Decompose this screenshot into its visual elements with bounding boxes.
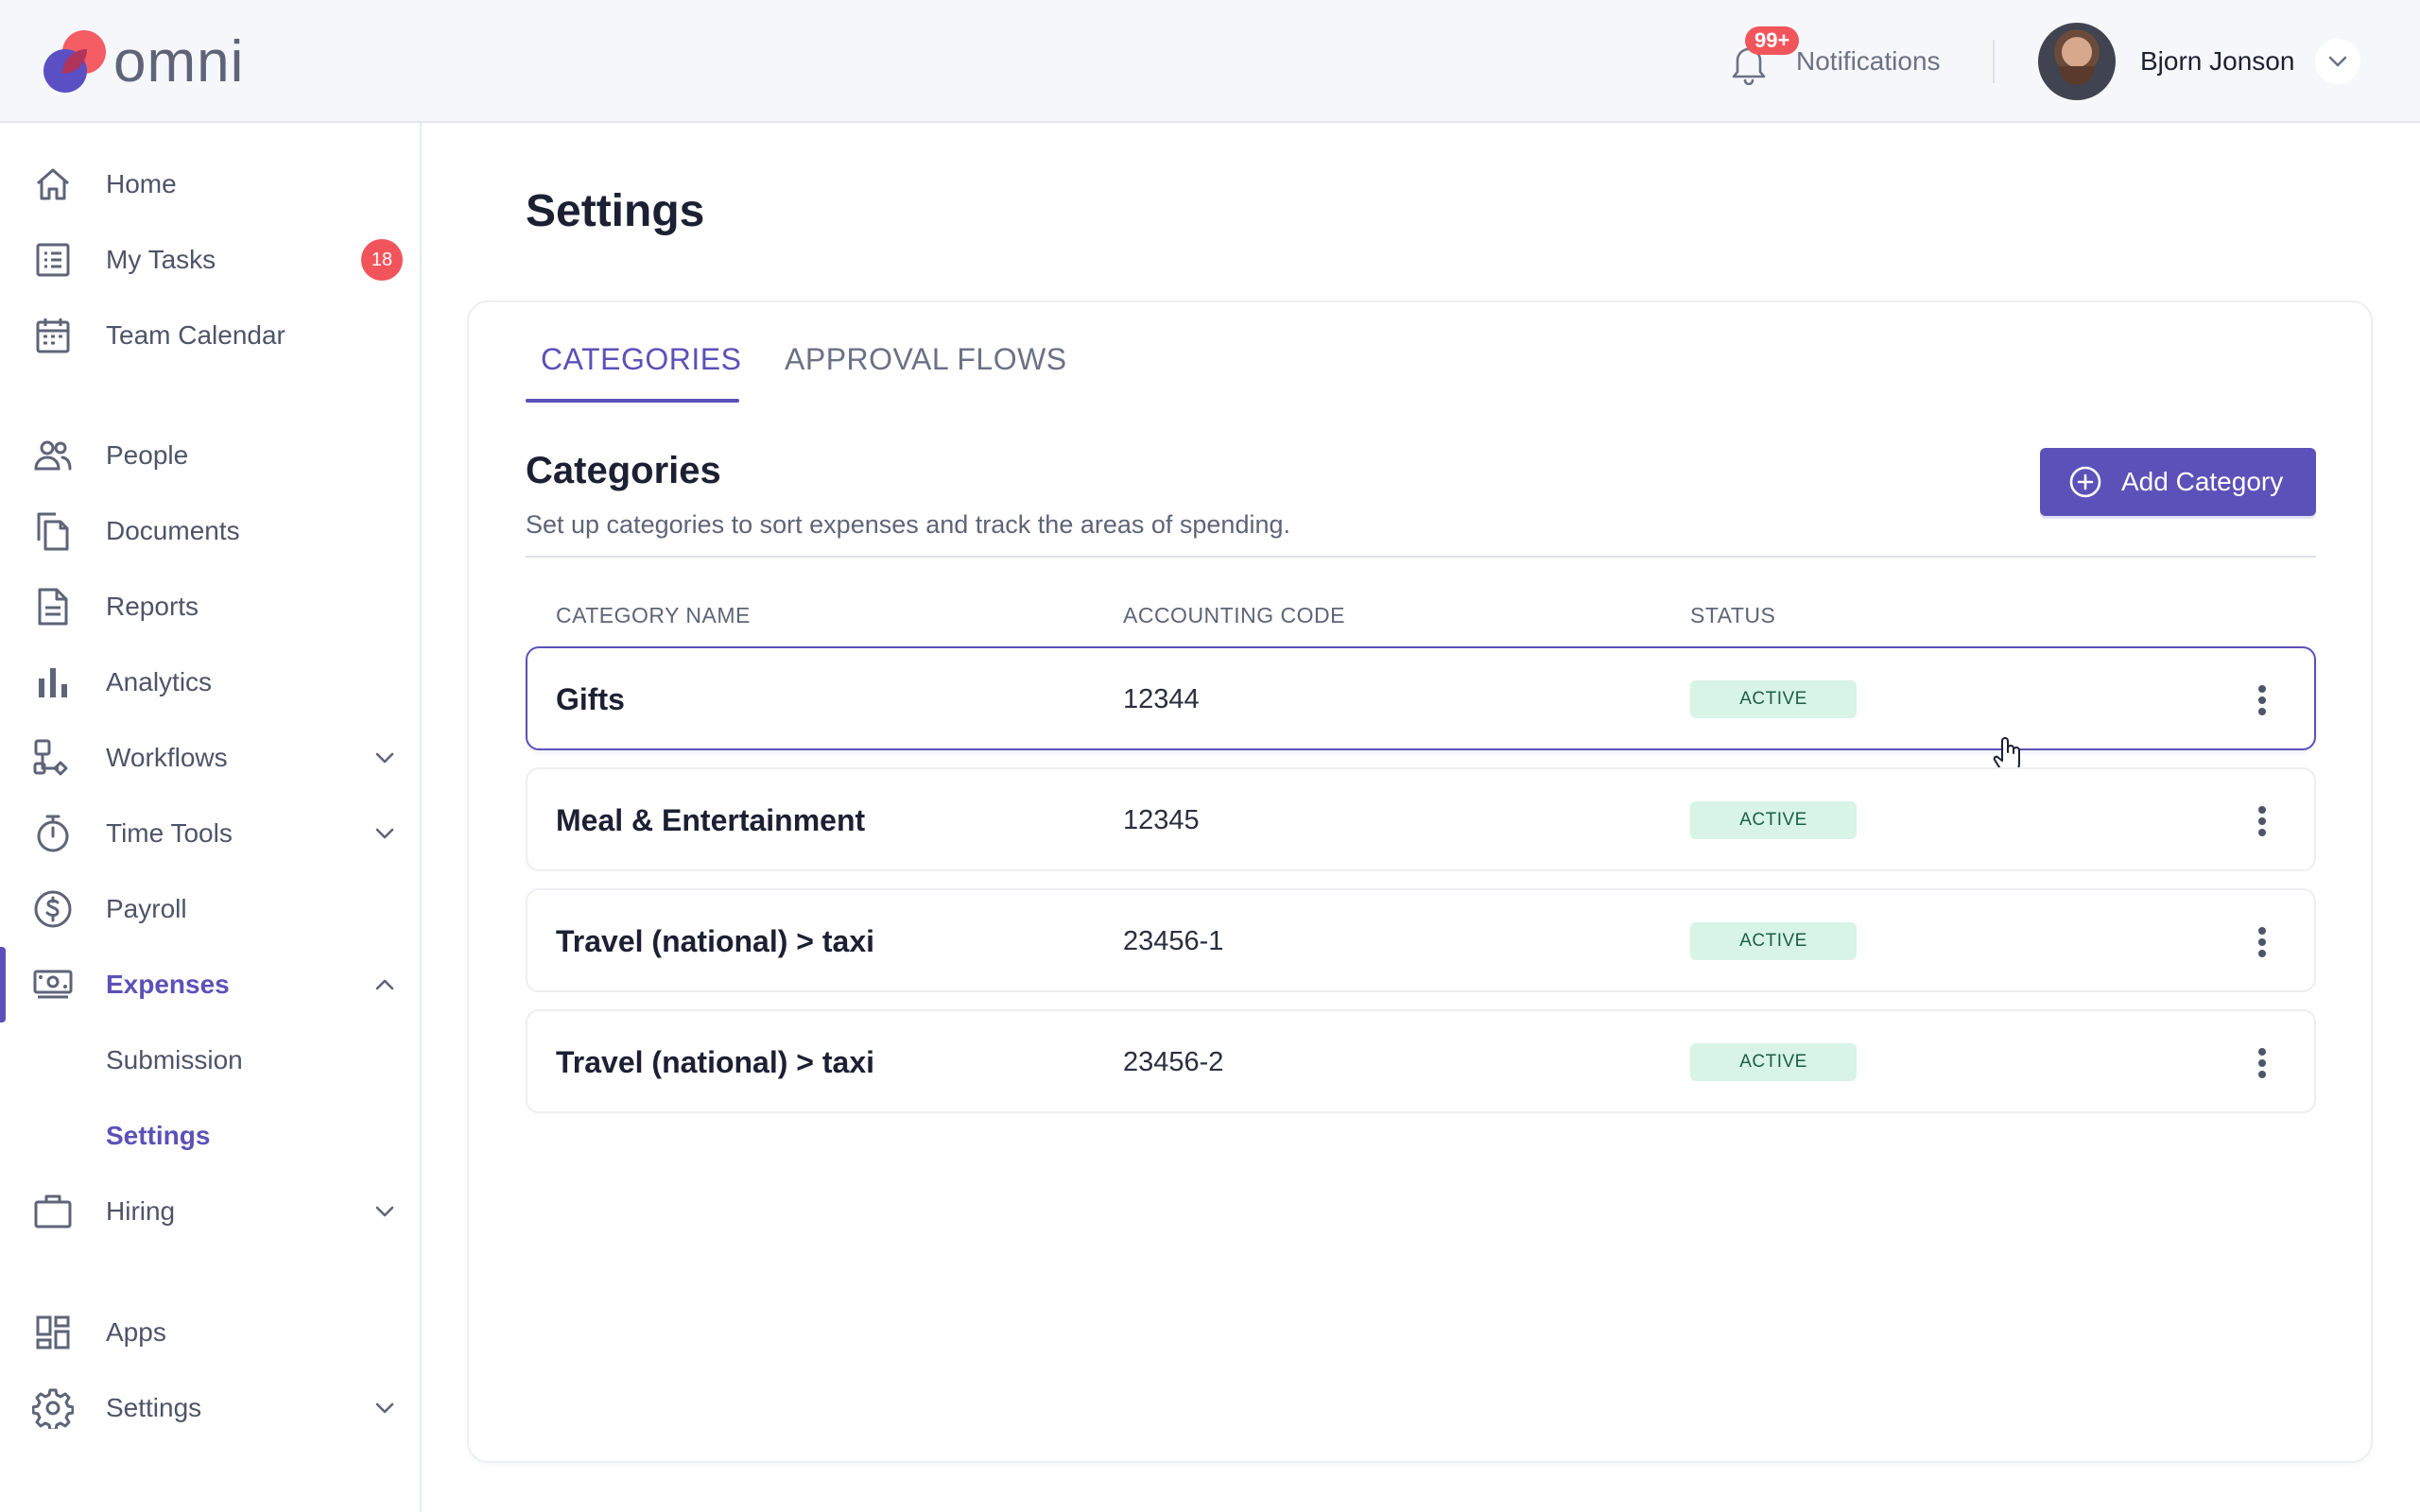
documents-icon	[32, 510, 74, 552]
sidebar-item-expenses[interactable]: Expenses	[0, 954, 420, 1015]
sidebar-item-label: Workflows	[106, 743, 228, 772]
apps-icon	[32, 1312, 74, 1353]
tasks-count-badge: 18	[361, 239, 403, 281]
category-name: Travel (national) > taxi	[556, 1045, 874, 1079]
section-title: Categories	[526, 450, 721, 491]
chevron-up-icon[interactable]	[371, 971, 399, 999]
reports-icon	[32, 586, 74, 627]
column-header-category-name[interactable]: CATEGORY NAME	[556, 603, 751, 628]
plus-circle-icon	[2069, 466, 2101, 498]
sidebar-item-people[interactable]: People	[0, 425, 420, 486]
chevron-down-icon[interactable]	[2315, 39, 2361, 84]
section-divider	[526, 556, 2316, 558]
accounting-code: 12345	[1123, 805, 1200, 835]
status-badge: ACTIVE	[1690, 801, 1857, 839]
user-menu[interactable]: Bjorn Jonson	[2038, 23, 2361, 100]
table-row[interactable]: Travel (national) > taxi 23456-2 ACTIVE	[526, 1009, 2316, 1113]
chevron-down-icon[interactable]	[371, 744, 399, 772]
sidebar-item-time-tools[interactable]: Time Tools	[0, 803, 420, 864]
sidebar-item-label: Time Tools	[106, 818, 233, 848]
sidebar-item-label: Analytics	[106, 667, 213, 696]
chevron-down-icon[interactable]	[371, 1394, 399, 1422]
sidebar-item-label: Reports	[106, 592, 199, 621]
table-row[interactable]: Travel (national) > taxi 23456-1 ACTIVE	[526, 888, 2316, 992]
more-options-icon[interactable]	[2238, 919, 2286, 966]
stopwatch-icon	[32, 813, 74, 854]
sidebar-item-label: Expenses	[106, 970, 230, 999]
sidebar-item-settings[interactable]: Settings	[0, 1378, 420, 1438]
omni-logo[interactable]: omni	[42, 26, 244, 96]
notifications-button[interactable]: 99+ Notifications	[1726, 21, 1941, 102]
sidebar-item-reports[interactable]: Reports	[0, 576, 420, 637]
user-name: Bjorn Jonson	[2140, 46, 2295, 76]
accounting-code: 23456-1	[1123, 926, 1224, 956]
dollar-icon	[32, 888, 74, 930]
accounting-code: 23456-2	[1123, 1047, 1224, 1077]
sidebar-subitem-settings[interactable]: Settings	[106, 1117, 210, 1155]
home-icon	[32, 163, 74, 205]
sidebar-item-label: People	[106, 440, 189, 470]
sidebar-item-apps[interactable]: Apps	[0, 1302, 420, 1363]
sidebar-item-workflows[interactable]: Workflows	[0, 728, 420, 788]
chevron-down-icon[interactable]	[371, 1197, 399, 1226]
sidebar-item-my-tasks[interactable]: My Tasks 18	[0, 230, 420, 290]
calendar-icon	[32, 315, 74, 356]
sidebar-item-documents[interactable]: Documents	[0, 501, 420, 561]
gear-icon	[32, 1387, 74, 1429]
category-name: Meal & Entertainment	[556, 803, 866, 837]
section-subtitle: Set up categories to sort expenses and t…	[526, 510, 1290, 539]
settings-card: CATEGORIES APPROVAL FLOWS Categories Set…	[467, 301, 2373, 1463]
status-badge: ACTIVE	[1690, 922, 1857, 960]
add-category-button[interactable]: Add Category	[2040, 448, 2316, 516]
sidebar-item-label: Hiring	[106, 1196, 176, 1226]
more-options-icon[interactable]	[2238, 1040, 2286, 1087]
category-name: Travel (national) > taxi	[556, 924, 874, 958]
sidebar: Home My Tasks 18 Team Calendar People Do…	[0, 123, 422, 1512]
sidebar-item-label: My Tasks	[106, 245, 216, 274]
sidebar-item-label: Documents	[106, 516, 240, 545]
sidebar-item-label: Home	[106, 169, 177, 198]
page-title: Settings	[526, 186, 705, 236]
people-icon	[32, 435, 74, 476]
header-divider	[1993, 40, 1995, 83]
bell-icon: 99+	[1726, 26, 1800, 85]
chevron-down-icon[interactable]	[371, 819, 399, 848]
active-tab-underline	[526, 399, 739, 403]
accounting-code: 12344	[1123, 684, 1200, 714]
add-category-label: Add Category	[2121, 467, 2284, 496]
top-bar: omni 99+ Notifications Bjorn Jonson	[0, 0, 2420, 123]
sidebar-item-hiring[interactable]: Hiring	[0, 1181, 420, 1242]
tab-approval-flows[interactable]: APPROVAL FLOWS	[785, 342, 1067, 377]
briefcase-icon	[32, 1191, 74, 1232]
more-options-icon[interactable]	[2238, 798, 2286, 845]
column-header-status[interactable]: STATUS	[1690, 603, 1775, 628]
status-badge: ACTIVE	[1690, 1043, 1857, 1081]
sidebar-item-label: Team Calendar	[106, 320, 285, 350]
sidebar-item-label: Payroll	[106, 894, 187, 923]
table-row[interactable]: Meal & Entertainment 12345 ACTIVE	[526, 767, 2316, 871]
money-icon	[32, 964, 74, 1005]
avatar	[2038, 23, 2116, 100]
column-header-accounting-code[interactable]: ACCOUNTING CODE	[1123, 603, 1345, 628]
status-badge: ACTIVE	[1690, 680, 1857, 718]
logo-text: omni	[113, 29, 245, 94]
workflows-icon	[32, 737, 74, 779]
sidebar-item-label: Apps	[106, 1317, 166, 1347]
table-row[interactable]: Gifts 12344 ACTIVE	[526, 646, 2316, 775]
analytics-icon	[32, 662, 74, 703]
category-name: Gifts	[556, 682, 625, 716]
notifications-label: Notifications	[1796, 46, 1941, 76]
sidebar-item-analytics[interactable]: Analytics	[0, 652, 420, 713]
logo-mark-icon	[42, 28, 110, 94]
notifications-count-badge: 99+	[1745, 26, 1800, 55]
sidebar-item-label: Settings	[106, 1393, 202, 1422]
sidebar-item-payroll[interactable]: Payroll	[0, 879, 420, 939]
sidebar-item-team-calendar[interactable]: Team Calendar	[0, 305, 420, 366]
sidebar-item-home[interactable]: Home	[0, 154, 420, 215]
tab-categories[interactable]: CATEGORIES	[541, 342, 741, 377]
tasks-icon	[32, 239, 74, 281]
sidebar-subitem-submission[interactable]: Submission	[106, 1041, 243, 1079]
more-options-icon[interactable]	[2238, 677, 2286, 724]
